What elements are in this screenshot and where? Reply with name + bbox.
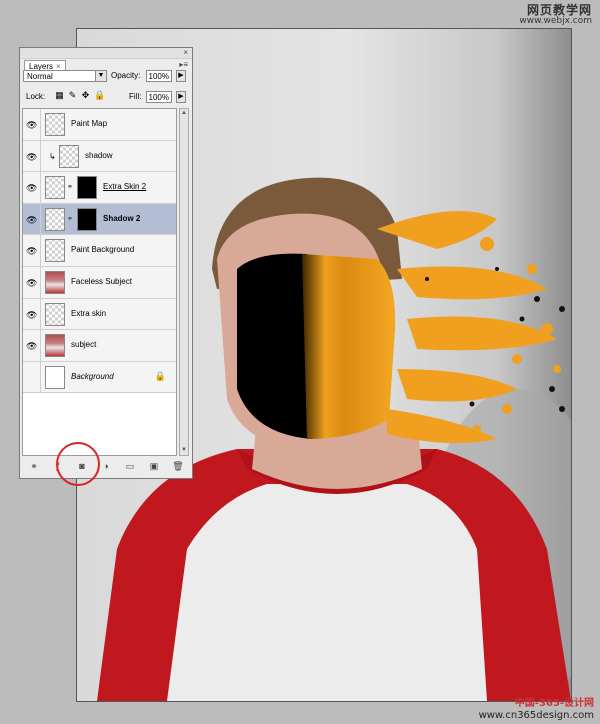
lock-transparency-icon[interactable]: ▦ [55,91,64,100]
visibility-toggle[interactable]: 👁 [23,330,41,361]
lock-row: Lock: ▦ ✎ ✥ 🔒 Fill: 100% ▶ [23,90,189,104]
layer-thumbnail [45,365,65,389]
layer-thumbnail [45,113,65,136]
eye-icon: 👁 [26,151,38,162]
layer-name: Shadow 2 [103,213,141,223]
layer-thumbnail [45,302,65,326]
layer-name: Extra skin [71,308,107,318]
visibility-toggle[interactable]: 👁 [23,298,41,330]
watermark-bottom-url: www.cn365design.com [478,709,594,721]
visibility-toggle[interactable]: 👁 [23,109,41,140]
blend-mode-select[interactable]: Normal ▼ [23,70,107,82]
link-icon: ⚭ [67,215,73,223]
watermark-bottom: 中国-365-设计网 www.cn365design.com [479,698,594,721]
layer-row[interactable]: 👁 ↳ shadow [23,140,176,173]
chevron-down-icon: ▼ [95,71,106,81]
blend-mode-value: Normal [27,72,53,81]
lock-icons: ▦ ✎ ✥ 🔒 [55,91,105,100]
eye-icon: 👁 [26,277,38,288]
layer-thumbnail [45,270,65,294]
layer-thumbnail [59,144,79,168]
layer-thumbnail [45,239,65,263]
lock-all-icon[interactable]: 🔒 [94,91,105,100]
layer-thumbnail [45,207,65,231]
eye-icon: 👁 [26,214,38,225]
layer-name: shadow [85,150,113,160]
visibility-toggle[interactable]: 👁 [23,140,41,172]
link-layers-icon[interactable]: ⚭ [27,461,41,472]
scroll-down-icon[interactable]: ▼ [180,446,188,455]
highlight-circle-annotation [56,442,100,486]
eye-icon: 👁 [26,309,38,320]
blend-row: Normal ▼ Opacity: 100% ▶ [23,70,189,84]
fill-slider-button[interactable]: ▶ [176,91,186,103]
layer-thumbnail [45,176,65,200]
watermark-bottom-title: 中国-365-设计网 [514,698,594,709]
visibility-toggle[interactable]: 👁 [23,235,41,266]
new-layer-icon[interactable]: ▣ [147,461,161,472]
layer-mask-thumbnail[interactable] [77,176,97,200]
layer-name: subject [71,340,97,350]
panel-close-icon[interactable]: × [183,48,188,58]
layers-scrollbar[interactable]: ▲ ▼ [179,108,189,456]
layer-row[interactable]: 👁 Background 🔒 [23,361,176,394]
lock-icon: 🔒 [154,370,166,381]
layer-name: Paint Map [71,119,108,128]
layer-row[interactable]: 👁 Paint Background [23,235,176,267]
panel-menu-icon[interactable]: ▸≡ [179,60,188,69]
layer-row[interactable]: 👁 Paint Map [23,109,176,141]
adjustment-layer-icon[interactable]: ◑ [99,461,113,471]
link-icon: ⚭ [67,184,73,192]
layer-name: Extra Skin 2 [103,182,147,192]
lock-position-icon[interactable]: ✥ [81,91,90,100]
watermark-top: 网页教学网 www.webjx.com [519,3,592,27]
layer-name: Paint Background [71,245,135,255]
trash-icon[interactable]: 🗑 [171,461,185,472]
layer-row[interactable]: 👁 ⚭ Extra Skin 2 [23,172,176,204]
fill-label: Fill: [129,92,142,101]
eye-icon: 👁 [26,246,38,257]
lock-label: Lock: [26,92,46,101]
layer-row[interactable]: 👁 Faceless Subject [23,266,176,299]
panel-titlebar[interactable]: × [20,48,192,59]
visibility-toggle[interactable]: 👁 [23,172,41,203]
eye-icon: 👁 [26,341,38,352]
layer-mask-thumbnail[interactable] [77,207,97,231]
layer-row-selected[interactable]: 👁 ⚭ Shadow 2 [23,203,176,236]
eye-icon: 👁 [26,120,38,130]
fill-input[interactable]: 100% [146,91,172,103]
opacity-label: Opacity: [111,71,141,80]
layer-row[interactable]: 👁 subject [23,330,176,362]
layers-list: 👁 Paint Map 👁 ↳ shadow 👁 ⚭ Extra Skin 2 … [22,108,177,456]
eye-icon: 👁 [26,183,38,194]
layer-name: Background [71,371,114,381]
layer-name: Faceless Subject [71,276,132,286]
watermark-top-url: www.webjx.com [519,16,592,27]
layer-thumbnail [45,334,65,358]
visibility-toggle[interactable]: 👁 [23,203,41,235]
new-group-icon[interactable]: ▭ [123,461,137,472]
layers-bottom-toolbar: ⚭ ƒ ◙ ◑ ▭ ▣ 🗑 [22,459,190,473]
visibility-toggle[interactable]: 👁 [23,361,41,393]
visibility-toggle[interactable]: 👁 [23,266,41,298]
opacity-input[interactable]: 100% [146,70,172,82]
layers-panel: × Layers × ▸≡ Normal ▼ Opacity: 100% ▶ Lo… [19,47,193,479]
opacity-slider-button[interactable]: ▶ [176,70,186,82]
layer-row[interactable]: 👁 Extra skin [23,298,176,331]
scroll-up-icon[interactable]: ▲ [180,109,188,118]
lock-image-icon[interactable]: ✎ [68,91,77,100]
clipping-arrow-icon: ↳ [49,151,56,161]
